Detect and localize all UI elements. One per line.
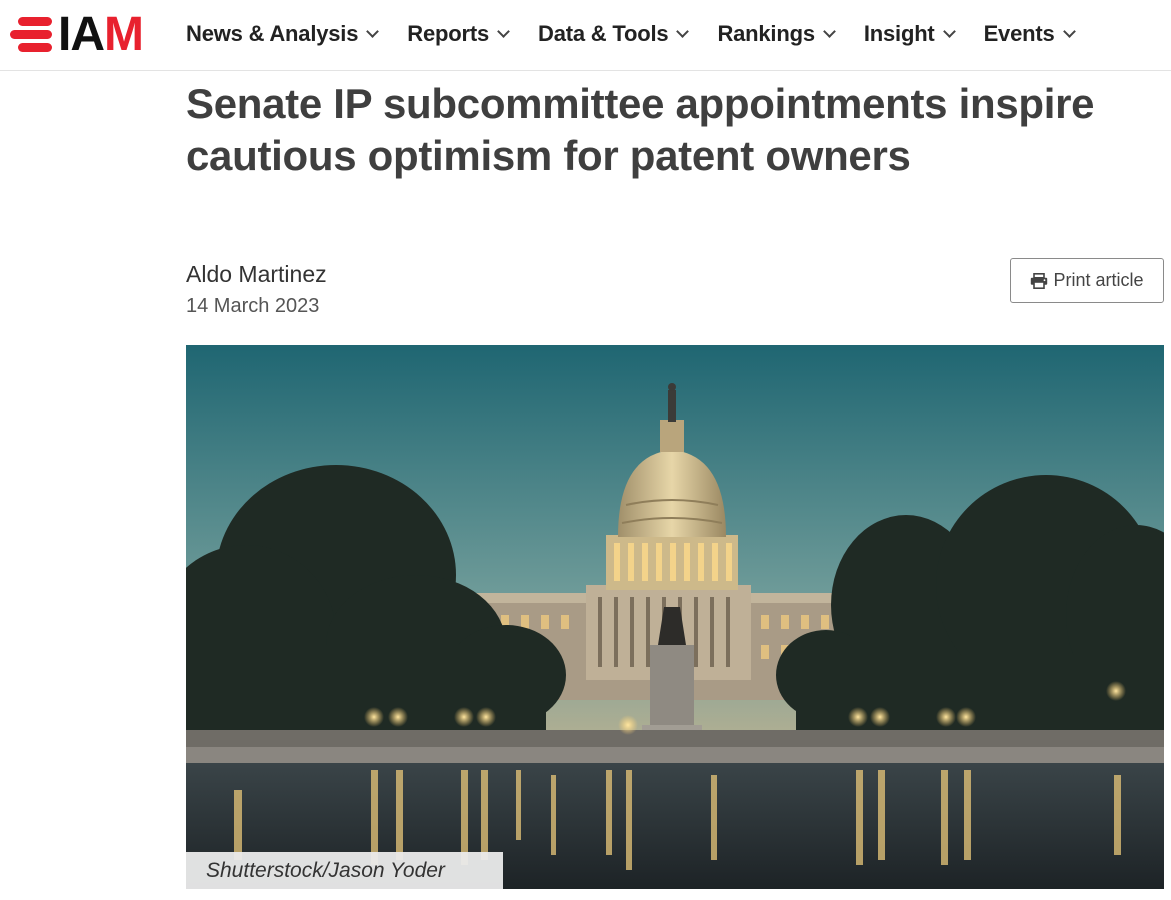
- site-logo[interactable]: IAM: [10, 8, 144, 61]
- chevron-down-icon: [942, 25, 956, 38]
- nav-item-label: Insight: [863, 20, 935, 46]
- chevron-down-icon: [1062, 25, 1076, 38]
- chevron-down-icon: [497, 25, 510, 38]
- print-article-button[interactable]: Print article: [1010, 258, 1164, 303]
- article-date: 14 March 2023: [186, 295, 320, 317]
- nav-item-rankings[interactable]: Rankings: [717, 20, 836, 47]
- nav-item-label: Data & Tools: [538, 20, 669, 46]
- nav-item-label: Reports: [407, 20, 489, 46]
- main-navigation: News & Analysis Reports Data & Tools Ran…: [186, 0, 1076, 67]
- chevron-down-icon: [822, 25, 836, 38]
- logo-mark-icon: [10, 15, 52, 55]
- nav-item-insight[interactable]: Insight: [863, 20, 956, 47]
- logo-wordmark: IAM: [58, 8, 144, 61]
- nav-item-label: Events: [983, 20, 1055, 46]
- nav-item-news-analysis[interactable]: News & Analysis: [186, 20, 380, 47]
- article-hero-image: [186, 345, 1164, 889]
- nav-item-label: News & Analysis: [186, 20, 359, 46]
- nav-item-reports[interactable]: Reports: [407, 20, 510, 47]
- printer-icon: [1031, 272, 1048, 289]
- print-button-label: Print article: [1053, 270, 1144, 290]
- nav-item-events[interactable]: Events: [983, 20, 1076, 47]
- nav-item-data-tools[interactable]: Data & Tools: [538, 20, 690, 47]
- image-credit: Shutterstock/Jason Yoder: [186, 852, 503, 889]
- article-title: Senate IP subcommittee appointments insp…: [186, 80, 1095, 179]
- chevron-down-icon: [366, 25, 380, 38]
- article-author[interactable]: Aldo Martinez: [186, 261, 327, 288]
- chevron-down-icon: [676, 25, 690, 38]
- nav-item-label: Rankings: [717, 20, 815, 46]
- site-header: IAM News & Analysis Reports Data & Tools…: [0, 0, 1171, 71]
